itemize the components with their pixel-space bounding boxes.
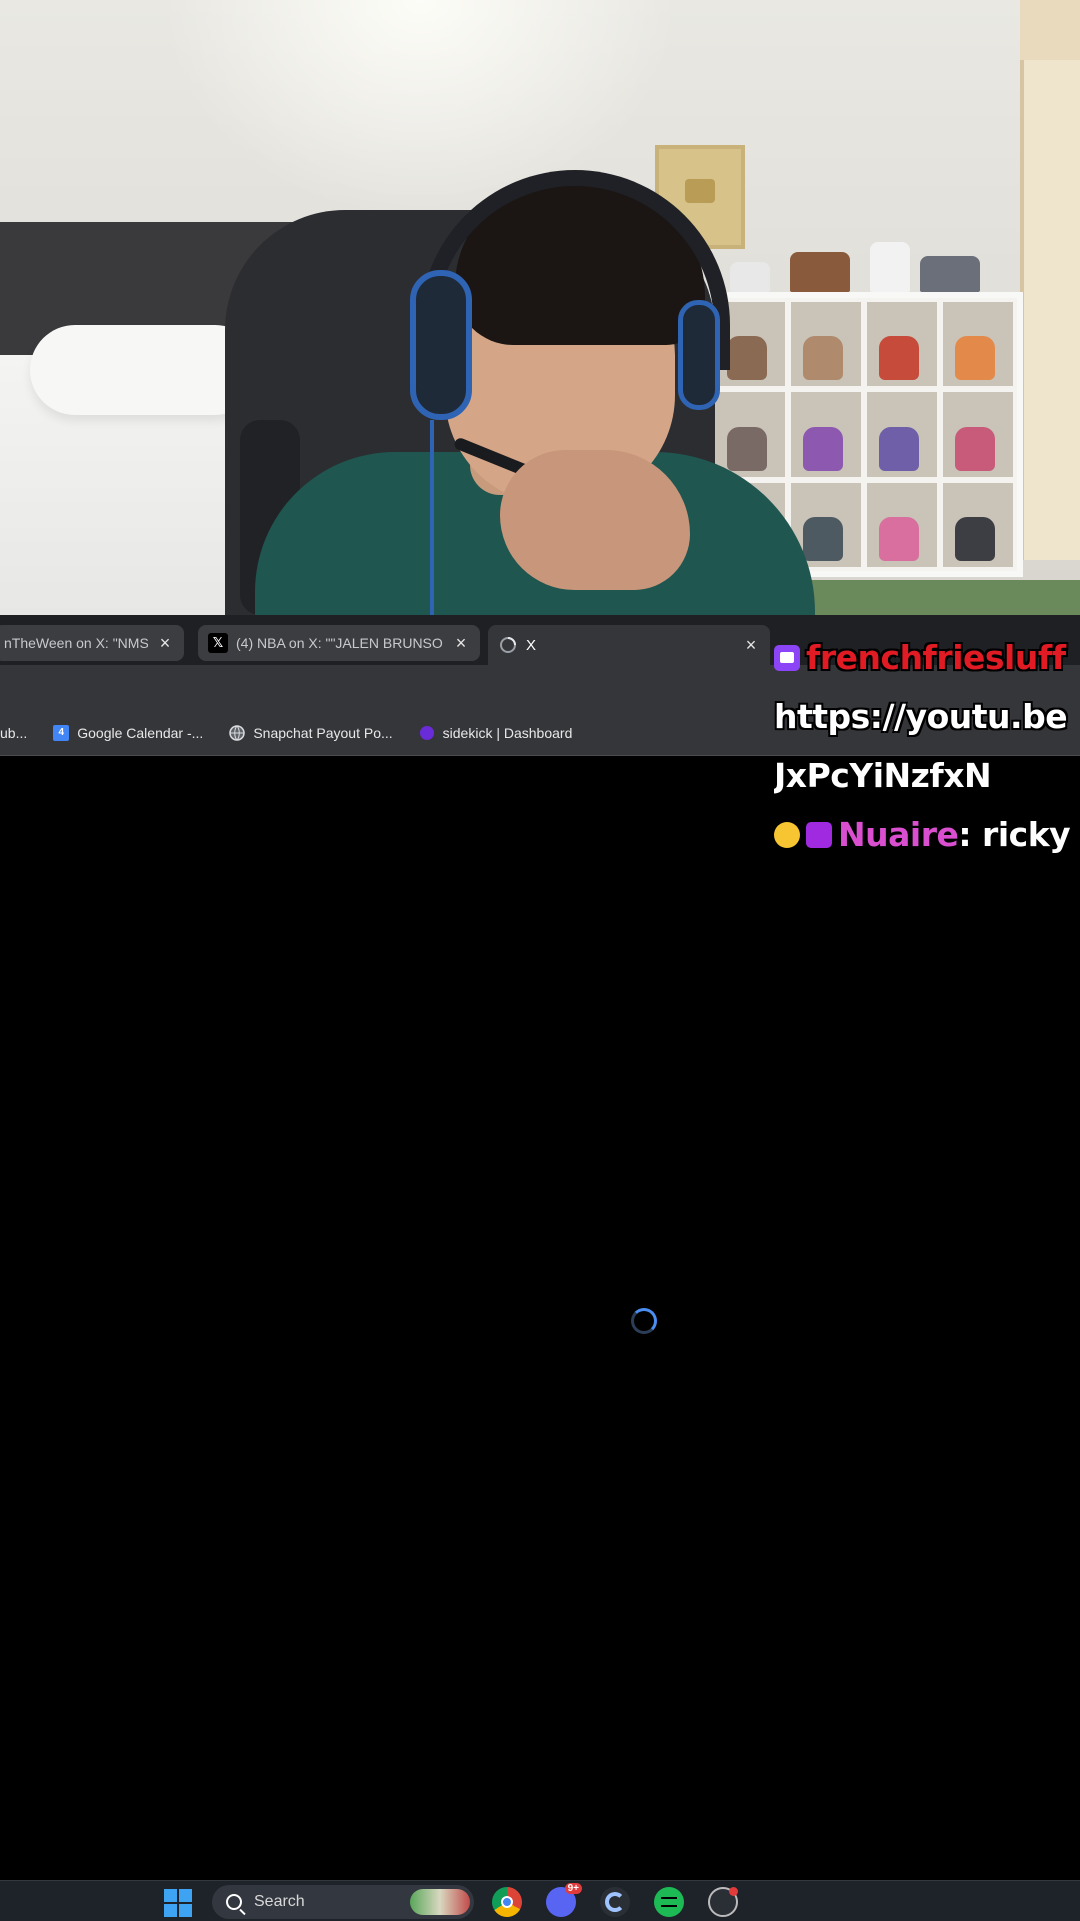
- headset-cable: [430, 420, 434, 615]
- bookmark-ub[interactable]: ub...: [0, 725, 27, 741]
- sidekick-icon: [419, 725, 435, 741]
- bookmark-snapchat-payout[interactable]: Snapchat Payout Po...: [229, 724, 393, 741]
- tab-nba[interactable]: 𝕏 (4) NBA on X: ""JALEN BRUNSO ×: [198, 625, 480, 661]
- shelf-top-figures: [720, 238, 1000, 292]
- tab-close-icon[interactable]: ×: [156, 633, 174, 654]
- doorway: [1020, 0, 1080, 560]
- discord-notification-badge: 9+: [564, 1883, 582, 1894]
- heart-badge-icon: [806, 821, 832, 848]
- chat-message: Nuaire : ricky: [774, 805, 1080, 864]
- tab-x-active[interactable]: X ×: [488, 625, 770, 665]
- globe-icon: [229, 724, 246, 741]
- chat-text: JxPcYiNzfxN: [774, 756, 992, 795]
- bookmark-label: sidekick | Dashboard: [442, 724, 573, 741]
- floor-mat: [810, 580, 1080, 615]
- x-icon: 𝕏: [208, 633, 228, 653]
- search-icon: [226, 1894, 242, 1910]
- chat-text: ricky: [971, 815, 1071, 854]
- bookmark-label: ub...: [0, 724, 28, 741]
- tab-label: nTheWeen on X: "NMS: [4, 635, 148, 651]
- start-icon[interactable]: [164, 1889, 192, 1917]
- tab-theween[interactable]: nTheWeen on X: "NMS ×: [0, 625, 184, 661]
- chat-separator: :: [958, 815, 972, 854]
- misc-app-icon[interactable]: [708, 1887, 738, 1917]
- windows-taskbar: Search 9+: [0, 1880, 1080, 1921]
- tab-label: X: [526, 636, 537, 654]
- chick-badge-icon: [774, 821, 800, 848]
- door: [1020, 60, 1080, 560]
- tab-label: (4) NBA on X: ""JALEN BRUNSO: [236, 635, 443, 651]
- loading-icon: [498, 635, 518, 655]
- streamer-hand: [500, 450, 690, 590]
- chat-message: frenchfriesluff: [774, 628, 1080, 687]
- chat-username: frenchfriesluff: [806, 638, 1066, 677]
- bookmark-sidekick[interactable]: sidekick | Dashboard: [419, 724, 573, 741]
- stream-chat-overlay: frenchfriesluff https://youtu.be JxPcYiN…: [774, 628, 1080, 864]
- headset-left-cup: [410, 270, 472, 420]
- webcam-feed: [0, 0, 1080, 615]
- bookmark-label: Snapchat Payout Po...: [253, 724, 393, 741]
- notification-dot: [729, 1887, 738, 1896]
- chat-text: https://youtu.be: [774, 697, 1068, 736]
- discord-icon[interactable]: 9+: [546, 1883, 582, 1917]
- bookmark-google-calendar[interactable]: 4 Google Calendar -...: [53, 724, 204, 741]
- chat-message: JxPcYiNzfxN: [774, 746, 1080, 805]
- spotify-icon[interactable]: [654, 1887, 684, 1917]
- taskbar-search[interactable]: Search: [212, 1885, 474, 1919]
- tab-close-icon[interactable]: ×: [452, 633, 470, 654]
- search-label: Search: [254, 1893, 305, 1910]
- headset-right-cup: [678, 300, 720, 410]
- search-highlight-art: [410, 1889, 470, 1915]
- vip-badge-icon: [774, 644, 800, 671]
- loading-spinner-icon: [631, 1308, 657, 1334]
- chrome-icon[interactable]: [492, 1887, 522, 1917]
- chat-username: Nuaire: [838, 815, 959, 854]
- tab-close-icon[interactable]: ×: [742, 635, 760, 656]
- bookmark-label: Google Calendar -...: [77, 724, 204, 741]
- chat-message: https://youtu.be: [774, 687, 1080, 746]
- c-app-icon[interactable]: [600, 1887, 630, 1917]
- google-calendar-icon: 4: [53, 724, 70, 741]
